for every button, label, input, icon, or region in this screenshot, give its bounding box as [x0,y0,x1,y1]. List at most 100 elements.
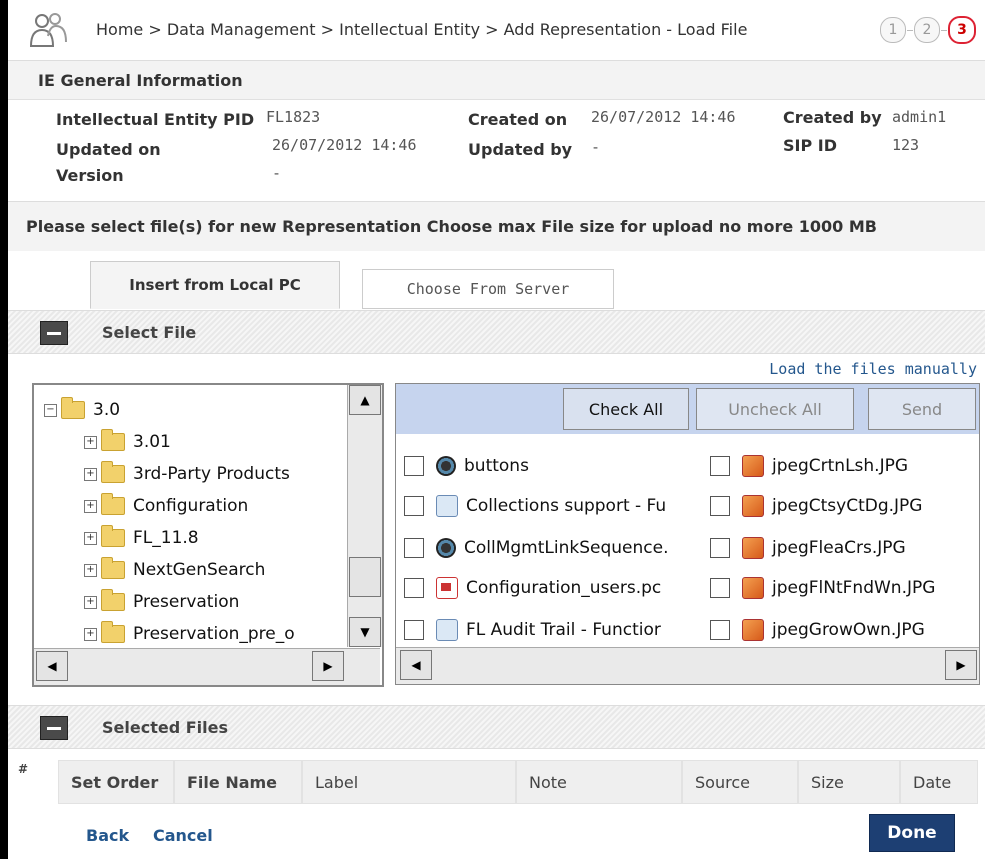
tree-item-nextgensearch[interactable]: + NextGenSearch [84,555,265,585]
scroll-left-arrow-icon[interactable]: ◀ [36,651,68,681]
collapse-select-file-button[interactable] [40,321,68,345]
check-all-button[interactable]: Check All [563,388,689,430]
users-logo-icon [29,13,67,47]
tree-item-preservation[interactable]: + Preservation [84,587,239,617]
created-on-label: Created on [468,110,568,129]
scroll-left-arrow-icon[interactable]: ◀ [400,650,432,680]
doc-icon [436,619,458,641]
jpg-icon [742,455,764,477]
select-file-title: Select File [102,323,197,342]
tree-item-preservation-pre-o[interactable]: + Preservation_pre_o [84,619,295,649]
updated-by-value: - [591,138,601,156]
expand-icon[interactable]: + [84,499,97,513]
file-name: CollMgmtLinkSequence. [464,538,669,558]
file-row[interactable]: jpegCtsyCtDg.JPG [710,486,922,526]
file-name: jpegCtsyCtDg.JPG [772,496,923,516]
file-row[interactable]: jpegFleaCrs.JPG [710,528,906,568]
expand-icon[interactable]: + [84,435,97,449]
file-list-panel: Check All Uncheck All Send buttons Colle… [395,383,980,685]
column-source[interactable]: Source [682,760,798,804]
folder-icon [101,557,125,579]
selected-files-table-header: Set Order File Name Label Note Source Si… [18,760,978,806]
file-row[interactable]: FL Audit Trail - Functior [404,610,661,650]
scroll-down-arrow-icon[interactable]: ▼ [349,617,381,647]
file-row[interactable]: jpegCrtnLsh.JPG [710,446,908,486]
file-row[interactable]: Collections support - Fu [404,486,666,526]
tree-item-3rd-party-products[interactable]: + 3rd-Party Products [84,459,290,489]
tab-choose-from-server[interactable]: Choose From Server [362,269,614,309]
tree-item-label: NextGenSearch [133,560,266,580]
folder-icon [61,397,85,419]
tab-insert-from-local-pc[interactable]: Insert from Local PC [90,261,340,309]
file-checkbox[interactable] [710,538,730,558]
folder-tree-rows: − 3.0 + 3.01 + 3rd-Party Products + Conf… [34,385,344,647]
file-checkbox[interactable] [710,456,730,476]
jpg-icon [742,619,764,641]
collapse-icon[interactable]: − [44,403,57,417]
tree-item-3-01[interactable]: + 3.01 [84,427,171,457]
scroll-right-arrow-icon[interactable]: ▶ [312,651,344,681]
tree-item-label: Preservation_pre_o [133,624,295,644]
file-name: Collections support - Fu [466,496,667,516]
version-value: - [272,164,282,182]
file-checkbox[interactable] [710,496,730,516]
source-tabs: Insert from Local PC Choose From Server [8,251,985,309]
tree-item-label: 3rd-Party Products [133,464,290,484]
uncheck-all-button[interactable]: Uncheck All [696,388,854,430]
jpg-icon [742,577,764,599]
file-name: jpegFleaCrs.JPG [772,538,906,558]
folder-icon [101,493,125,515]
step-2: 2 [914,17,940,43]
file-checkbox[interactable] [404,578,424,598]
column-size[interactable]: Size [798,760,900,804]
load-files-manually-link[interactable]: Load the files manually [769,360,977,378]
file-row[interactable]: buttons [404,446,529,486]
scroll-thumb[interactable] [349,557,381,597]
tree-item-label: Configuration [133,496,249,516]
gear-icon [436,456,456,476]
scroll-right-arrow-icon[interactable]: ▶ [945,650,977,680]
file-rows: buttons Collections support - Fu CollMgm… [396,442,979,642]
file-row[interactable]: jpegFlNtFndWn.JPG [710,568,935,608]
file-checkbox[interactable] [404,456,424,476]
column-set-order[interactable]: Set Order [58,760,174,804]
file-checkbox[interactable] [404,496,424,516]
file-checkbox[interactable] [710,578,730,598]
file-checkbox[interactable] [404,538,424,558]
collapse-selected-files-button[interactable] [40,716,68,740]
expand-icon[interactable]: + [84,467,97,481]
tree-item-label: 3.01 [133,432,171,452]
column-note[interactable]: Note [516,760,682,804]
created-by-value: admin1 [892,108,947,126]
send-button[interactable]: Send [868,388,976,430]
file-row[interactable]: CollMgmtLinkSequence. [404,528,668,568]
folder-tree[interactable]: − 3.0 + 3.01 + 3rd-Party Products + Conf… [32,383,384,687]
done-button[interactable]: Done [869,814,955,852]
scroll-up-arrow-icon[interactable]: ▲ [349,385,381,415]
breadcrumb: Home > Data Management > Intellectual En… [96,20,748,39]
expand-icon[interactable]: + [84,531,97,545]
expand-icon[interactable]: + [84,627,97,641]
ie-section-title: IE General Information [8,61,985,100]
gear-icon [436,538,456,558]
tree-item-3-0[interactable]: − 3.0 [44,395,120,425]
tree-horizontal-scrollbar[interactable]: ◀ ▶ [34,648,380,685]
file-list-horizontal-scrollbar[interactable]: ◀ ▶ [396,647,979,684]
tree-item-configuration[interactable]: + Configuration [84,491,248,521]
file-checkbox[interactable] [710,620,730,640]
back-link[interactable]: Back [86,826,129,845]
tree-item-fl-11-8[interactable]: + FL_11.8 [84,523,199,553]
column-label[interactable]: Label [302,760,516,804]
file-checkbox[interactable] [404,620,424,640]
cancel-link[interactable]: Cancel [153,826,213,845]
file-row[interactable]: Configuration_users.pc [404,568,661,608]
column-file-name[interactable]: File Name [174,760,302,804]
tree-vertical-scrollbar[interactable]: ▲ ▼ [347,385,382,647]
expand-icon[interactable]: + [84,595,97,609]
tree-item-label: 3.0 [93,400,121,420]
expand-icon[interactable]: + [84,563,97,577]
folder-icon [101,589,125,611]
updated-on-label: Updated on [56,140,161,159]
file-row[interactable]: jpegGrowOwn.JPG [710,610,925,650]
column-date[interactable]: Date [900,760,978,804]
